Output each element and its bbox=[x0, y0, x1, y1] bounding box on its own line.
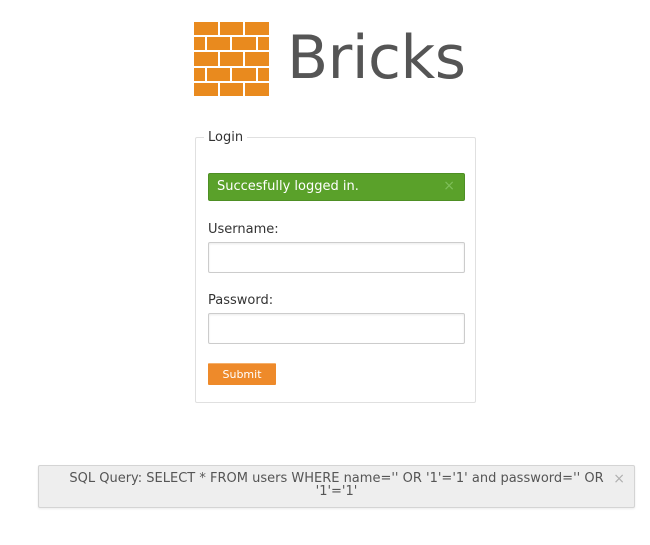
brick-wall-icon bbox=[194, 22, 269, 96]
close-icon[interactable]: × bbox=[443, 174, 455, 198]
page: Bricks Login Succesfully logged in. × Us… bbox=[0, 0, 650, 545]
success-alert: Succesfully logged in. × bbox=[208, 173, 465, 201]
sql-query-text: SQL Query: SELECT * FROM users WHERE nam… bbox=[69, 471, 604, 499]
logo: Bricks bbox=[194, 22, 466, 96]
password-label: Password: bbox=[208, 293, 274, 308]
username-input[interactable] bbox=[208, 242, 465, 273]
password-input[interactable] bbox=[208, 313, 465, 344]
login-form: Login Succesfully logged in. × Username:… bbox=[195, 129, 476, 403]
login-legend: Login bbox=[204, 129, 248, 147]
close-icon[interactable]: × bbox=[613, 470, 625, 488]
username-label: Username: bbox=[208, 222, 279, 237]
submit-button[interactable]: Submit bbox=[208, 363, 276, 385]
success-alert-message: Succesfully logged in. bbox=[217, 179, 359, 194]
sql-query-notice: SQL Query: SELECT * FROM users WHERE nam… bbox=[38, 465, 635, 508]
logo-text: Bricks bbox=[287, 23, 466, 93]
